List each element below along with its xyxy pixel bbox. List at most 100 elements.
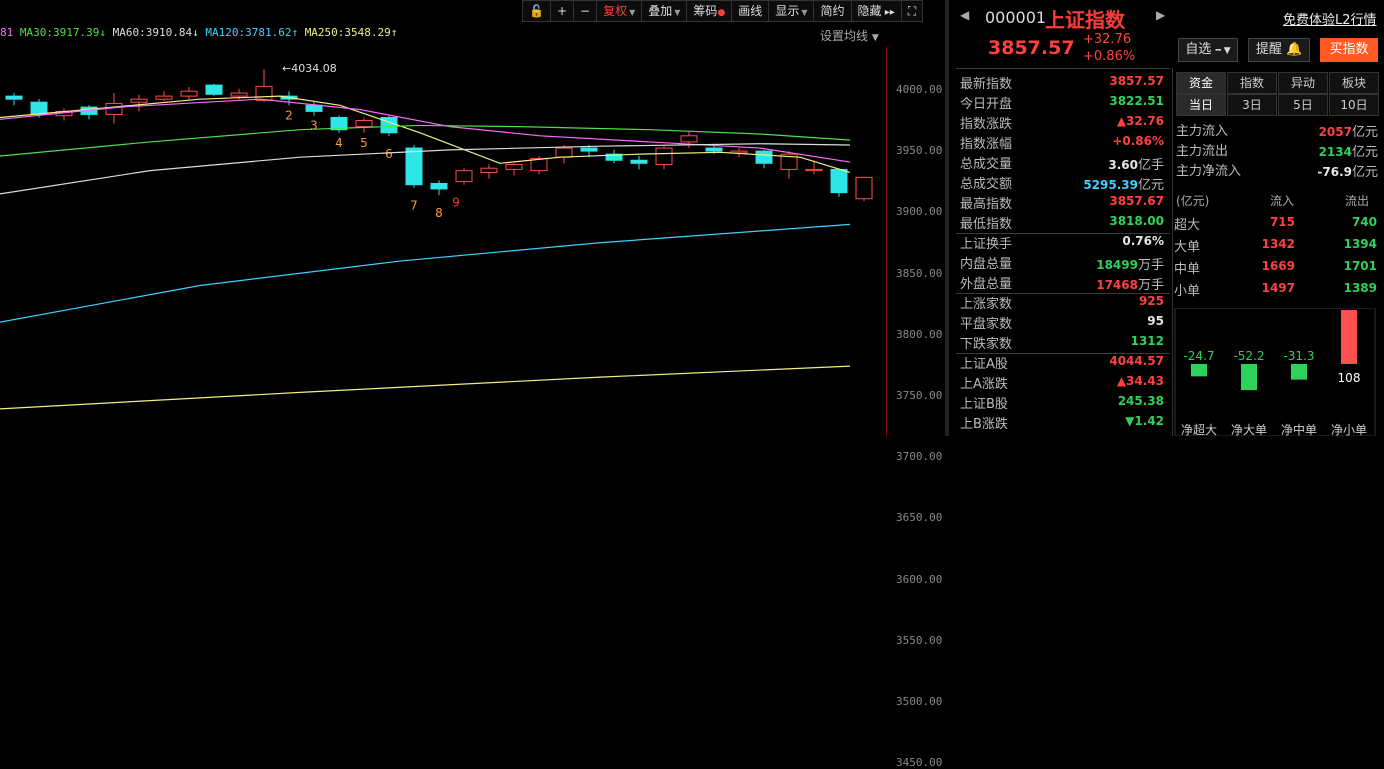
stat-value: 3818.00 — [1109, 214, 1164, 228]
next-stock-icon[interactable]: ▶ — [1156, 8, 1165, 22]
ma60-label: MA60:3910.84 — [112, 26, 193, 39]
y-tick-label: 3750.00 — [896, 389, 943, 402]
prev-stock-icon[interactable]: ◀ — [960, 8, 969, 22]
candle-body — [405, 147, 423, 186]
stat-value: 4044.57 — [1109, 354, 1164, 368]
stat-number: 3818.00 — [1109, 214, 1164, 228]
stat-number: 18499 — [1096, 258, 1138, 272]
flow-table-header: 流入 — [1270, 194, 1295, 208]
chips-button[interactable]: 筹码● — [687, 0, 733, 22]
tab-funds[interactable]: 资金 — [1176, 72, 1226, 94]
free-l2-link[interactable]: 免费体验L2行情 — [1283, 9, 1377, 28]
stat-number: 5295.39 — [1083, 178, 1138, 192]
stat-label: 上证A股 — [960, 357, 1008, 372]
ma-legend: 81 MA30:3917.39↓ MA60:3910.84↓ MA120:378… — [0, 26, 397, 42]
period-tab[interactable]: 3日 — [1227, 94, 1277, 116]
sequence-count-label: 3 — [310, 119, 318, 133]
ma-setting-link[interactable]: 设置均线 ▼ — [820, 27, 879, 44]
stat-number: 3857.57 — [1109, 74, 1164, 88]
y-tick-label: 3650.00 — [896, 511, 943, 525]
alert-button[interactable]: 提醒 🔔 — [1248, 38, 1310, 62]
candle-body — [630, 159, 648, 164]
flow-out-value: 1389 — [1343, 281, 1377, 295]
period-tab[interactable]: 10日 — [1329, 94, 1379, 116]
watchlist-button[interactable]: 自选 ━ ▼ — [1178, 38, 1238, 62]
hide-button[interactable]: 隐藏 ▸▸ — [851, 0, 902, 22]
candle-body — [580, 147, 598, 152]
stat-value: 1312 — [1131, 334, 1164, 348]
stat-label: 最高指数 — [960, 197, 1013, 212]
stat-label: 上证B股 — [960, 397, 1008, 412]
stat-number: 17468 — [1096, 278, 1138, 292]
stat-label: 下跌家数 — [960, 337, 1013, 352]
fuquan-button[interactable]: 复权 ▼ — [597, 0, 643, 22]
overlay-button[interactable]: 叠加 ▼ — [642, 0, 688, 22]
ma250-line — [0, 365, 851, 410]
net-bar-label: 净超大 — [1181, 422, 1217, 436]
lock-icon[interactable]: 🔓 — [522, 0, 551, 22]
tab-sectors[interactable]: 板块 — [1329, 72, 1379, 94]
candle-body — [855, 176, 873, 200]
buy-index-button[interactable]: 买指数 — [1320, 38, 1378, 62]
candle-body — [105, 102, 123, 115]
display-button[interactable]: 显示 ▼ — [769, 0, 815, 22]
stat-number: 925 — [1138, 294, 1164, 308]
tab-index[interactable]: 指数 — [1227, 72, 1277, 94]
zoom-out-button[interactable]: − — [574, 0, 598, 22]
candle-body — [130, 98, 148, 103]
tab-movers[interactable]: 异动 — [1278, 72, 1328, 94]
candle-body — [680, 135, 698, 143]
candle-body — [30, 101, 48, 115]
net-bar — [1191, 364, 1207, 377]
chart-toolbar: 🔓 + − 复权 ▼ 叠加 ▼ 筹码● 画线 显示 ▼ 简约 隐藏 ▸▸ ⛶ — [522, 0, 924, 22]
flow-value: 2134亿元 — [1319, 141, 1378, 160]
net-bar-value: 108 — [1338, 371, 1361, 385]
stat-value: ▲34.43 — [1117, 374, 1164, 388]
net-bar — [1291, 364, 1307, 380]
net-flow-chart: -24.7 净超大 -52.2 净大单 -31.3 净中单 108 净小单 — [1174, 308, 1376, 436]
candle-body — [155, 95, 173, 100]
flow-label: 主力流入 — [1176, 124, 1229, 139]
candle-body — [305, 104, 323, 112]
flow-value: 2057亿元 — [1319, 121, 1378, 140]
fullscreen-icon[interactable]: ⛶ — [901, 0, 924, 22]
stat-label: 平盘家数 — [960, 317, 1013, 332]
stock-code: 000001 — [985, 8, 1047, 27]
simple-button[interactable]: 简约 — [814, 0, 852, 22]
stat-number: 4044.57 — [1109, 354, 1164, 368]
sequence-count-label: 6 — [385, 147, 393, 161]
stat-value: ▼1.42 — [1125, 414, 1164, 428]
splitter[interactable] — [945, 0, 949, 436]
period-tab[interactable]: 5日 — [1278, 94, 1328, 116]
stat-number: 0.76% — [1122, 234, 1164, 248]
net-bar-value: -31.3 — [1283, 349, 1314, 363]
period-tab[interactable]: 当日 — [1176, 94, 1226, 116]
stat-number: ▲34.43 — [1116, 374, 1164, 388]
draw-line-button[interactable]: 画线 — [732, 0, 770, 22]
stat-value: 245.38 — [1118, 394, 1164, 408]
candle-body — [505, 164, 523, 170]
y-tick-label: 3700.00 — [896, 450, 943, 464]
stat-number: +0.86% — [1112, 134, 1164, 148]
down-arrow-icon: ↓ — [192, 26, 199, 39]
stat-value: +0.86% — [1112, 134, 1164, 148]
flow-row-label: 中单 — [1174, 262, 1201, 277]
candle-body — [805, 168, 823, 172]
y-tick-label: 3450.00 — [896, 756, 943, 769]
flow-in-value: 715 — [1269, 215, 1295, 229]
stat-value: 3857.57 — [1109, 74, 1164, 88]
stat-label: 最新指数 — [960, 77, 1013, 92]
stat-value: 0.76% — [1122, 234, 1164, 248]
stat-value: 3857.67 — [1109, 194, 1164, 208]
net-bar-label: 净中单 — [1281, 422, 1317, 436]
stat-label: 今日开盘 — [960, 97, 1013, 112]
ma250-label: MA250:3548.29 — [304, 26, 391, 39]
candle-body — [755, 150, 773, 164]
sequence-count-label: 5 — [360, 136, 368, 150]
high-marker: ←4034.08 — [282, 62, 337, 75]
zoom-in-button[interactable]: + — [550, 0, 575, 22]
candle-body — [180, 90, 198, 97]
stat-value: ▲32.76 — [1117, 114, 1164, 128]
bell-icon: 🔔 — [1285, 42, 1303, 57]
stat-label: 上B涨跌 — [960, 417, 1008, 432]
